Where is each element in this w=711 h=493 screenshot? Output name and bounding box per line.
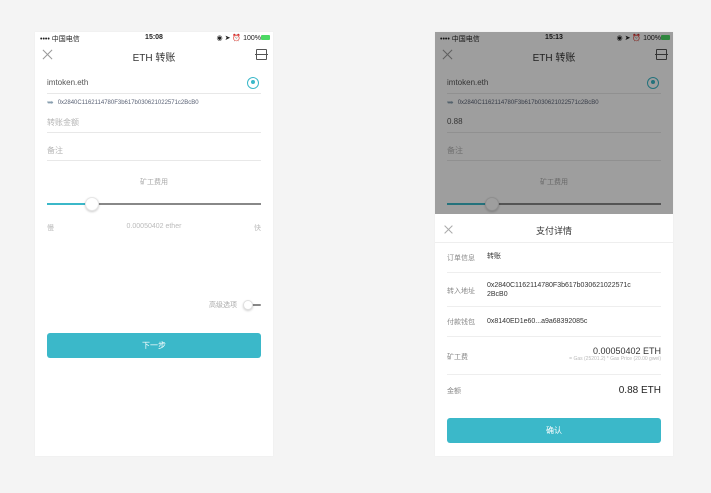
amount-total: 0.88 ETH — [618, 385, 661, 396]
battery-percent: 100% — [243, 35, 261, 42]
fee-value: 0.00050402 ether — [126, 223, 182, 230]
transfer-screen: •••• 中国电信 15:08 ◉ ➤ ⏰ 100% ETH 转账 imtoke… — [35, 32, 273, 456]
sheet-title: 支付详情 — [535, 226, 572, 236]
toggle-knob — [243, 300, 253, 310]
note-field[interactable]: 备注 — [47, 140, 261, 161]
from-label: 付款钱包 — [447, 319, 475, 326]
contact-icon[interactable] — [247, 77, 259, 89]
to-address-line1: 0x2840C1162114780F3b617b030621022571c — [487, 282, 631, 289]
from-wallet: 0x8140ED1e60...a9a68392085c — [487, 318, 588, 325]
amount-label: 金额 — [447, 388, 461, 395]
gas-row: 矿工费 0.00050402 ETH = Gas (25201.2) * Gas… — [447, 337, 661, 375]
fee-slider[interactable] — [47, 197, 261, 211]
confirm-button[interactable]: 确认 — [447, 418, 661, 443]
page-title: ETH 转账 — [132, 53, 176, 64]
battery-label: ◉ ➤ ⏰ 100% — [217, 34, 261, 42]
recipient-address: 0x2840C1162114780F3b617b030621022571c2Bc… — [57, 99, 199, 106]
amount-placeholder: 转账金额 — [47, 118, 79, 127]
amount-field[interactable]: 转账金额 — [47, 112, 261, 133]
from-wallet-row: 付款钱包 0x8140ED1e60...a9a68392085c — [447, 307, 661, 337]
order-value: 转账 — [487, 253, 501, 260]
to-address: 0x2840C1162114780F3b617b030621022571c 2B… — [487, 281, 631, 299]
scan-icon[interactable] — [255, 49, 268, 60]
gas-info: 0.00050402 ETH = Gas (25201.2) * Gas Pri… — [569, 346, 661, 362]
gas-label: 矿工费 — [447, 354, 468, 361]
to-address-line2: 2BcB0 — [487, 291, 508, 298]
advanced-options[interactable]: 高级选项 — [209, 300, 261, 310]
payment-details-screen: •••• 中国电信 15:13 ◉ ➤ ⏰ 100% ETH 转账 imtoke… — [435, 32, 673, 456]
nav-bar: ETH 转账 — [35, 44, 273, 66]
recipient-address-row: ➥ 0x2840C1162114780F3b617b030621022571c2… — [47, 98, 199, 107]
arrow-icon: ➥ — [47, 98, 54, 107]
payment-sheet: 支付详情 订单信息 转账 转入地址 0x2840C1162114780F3b61… — [435, 214, 673, 456]
status-bar: •••• 中国电信 15:08 ◉ ➤ ⏰ 100% — [35, 32, 273, 44]
slider-knob[interactable] — [84, 197, 99, 211]
gas-value: 0.00050402 ETH — [592, 346, 661, 356]
note-placeholder: 备注 — [47, 146, 63, 155]
battery-icon — [261, 35, 270, 40]
to-label: 转入地址 — [447, 288, 475, 295]
advanced-toggle[interactable] — [243, 300, 261, 310]
recipient-field[interactable]: imtoken.eth — [47, 74, 261, 94]
next-button[interactable]: 下一步 — [47, 333, 261, 358]
order-row: 订单信息 转账 — [447, 243, 661, 273]
gas-detail: = Gas (25201.2) * Gas Price (20.00 gwei) — [569, 356, 661, 362]
advanced-label: 高级选项 — [209, 302, 237, 309]
fee-label: 矿工费用 — [140, 179, 168, 186]
status-icons: ◉ ➤ ⏰ — [216, 35, 242, 42]
order-label: 订单信息 — [447, 255, 475, 262]
amount-row: 金额 0.88 ETH — [447, 375, 661, 407]
fee-fast-label: 快 — [254, 225, 261, 232]
to-address-row: 转入地址 0x2840C1162114780F3b617b03062102257… — [447, 273, 661, 307]
dim-overlay[interactable] — [435, 32, 673, 214]
recipient-name: imtoken.eth — [47, 78, 89, 87]
